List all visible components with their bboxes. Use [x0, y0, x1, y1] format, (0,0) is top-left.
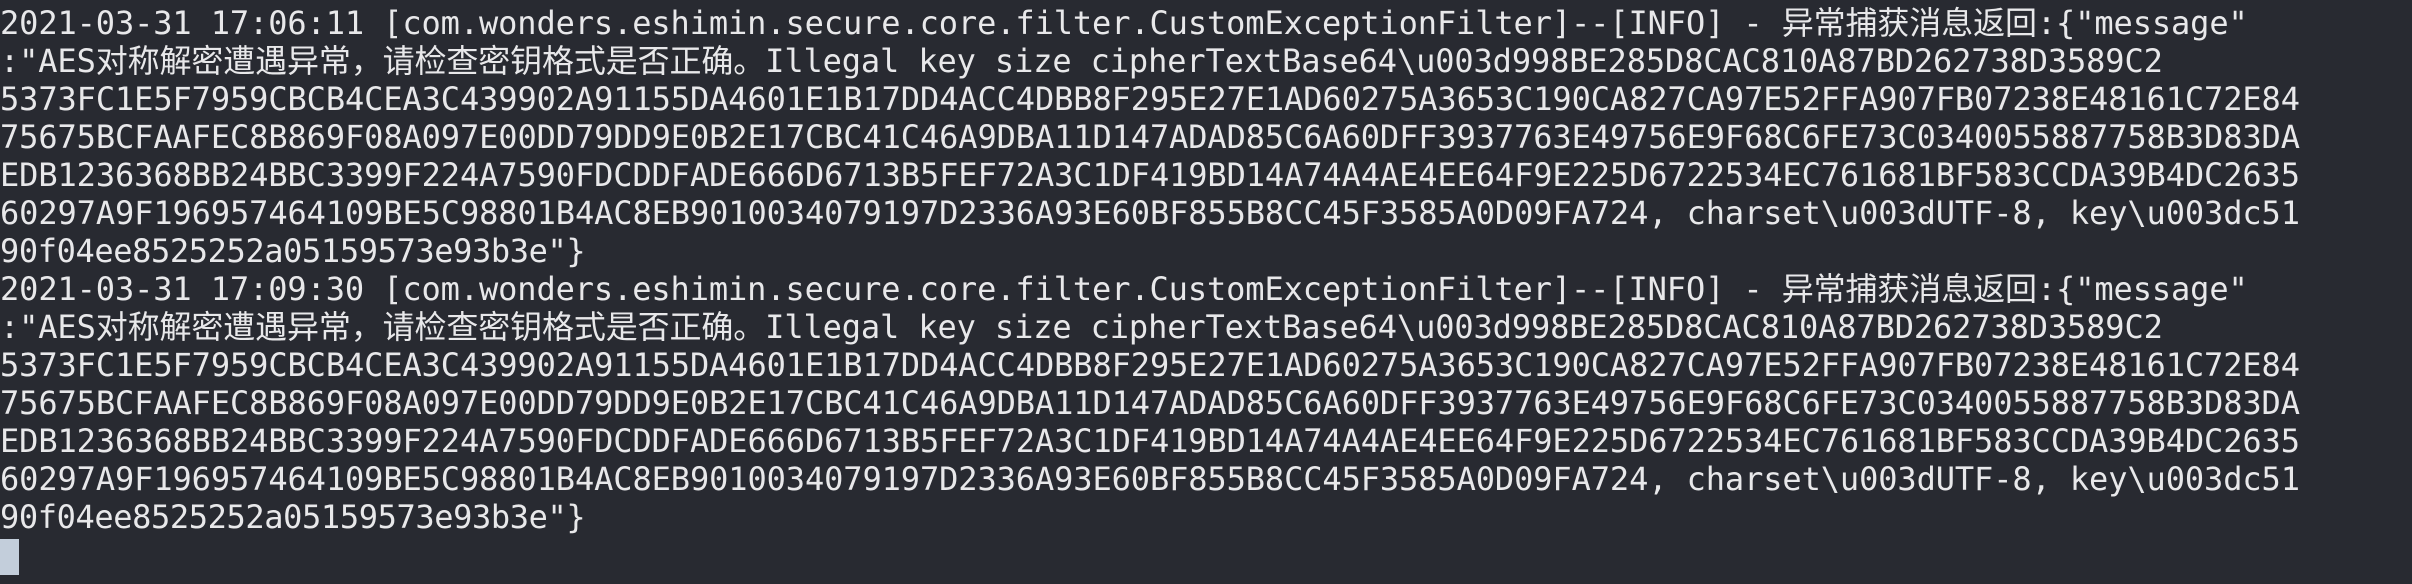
log-line: 2021-03-31 17:06:11 [com.wonders.eshimin… — [0, 4, 2248, 42]
log-line: 60297A9F196957464109BE5C98801B4AC8EB9010… — [0, 460, 2300, 498]
log-line: EDB1236368BB24BBC3399F224A7590FDCDDFADE6… — [0, 422, 2300, 460]
log-line: 5373FC1E5F7959CBCB4CEA3C439902A91155DA46… — [0, 346, 2300, 384]
log-line: 60297A9F196957464109BE5C98801B4AC8EB9010… — [0, 194, 2300, 232]
log-line: 5373FC1E5F7959CBCB4CEA3C439902A91155DA46… — [0, 80, 2300, 118]
log-line: 75675BCFAAFEC8B869F08A097E00DD79DD9E0B2E… — [0, 118, 2300, 156]
log-line: 2021-03-31 17:09:30 [com.wonders.eshimin… — [0, 270, 2248, 308]
terminal-window[interactable]: 2021-03-31 17:06:11 [com.wonders.eshimin… — [0, 0, 2412, 584]
log-line: 90f04ee8525252a05159573e93b3e"} — [0, 498, 586, 536]
log-line: :"AES对称解密遭遇异常，请检查密钥格式是否正确。Illegal key si… — [0, 308, 2163, 346]
log-line: EDB1236368BB24BBC3399F224A7590FDCDDFADE6… — [0, 156, 2300, 194]
log-line: :"AES对称解密遭遇异常，请检查密钥格式是否正确。Illegal key si… — [0, 42, 2163, 80]
log-line: 90f04ee8525252a05159573e93b3e"} — [0, 232, 586, 270]
log-line: 75675BCFAAFEC8B869F08A097E00DD79DD9E0B2E… — [0, 384, 2300, 422]
terminal-cursor — [0, 539, 19, 575]
